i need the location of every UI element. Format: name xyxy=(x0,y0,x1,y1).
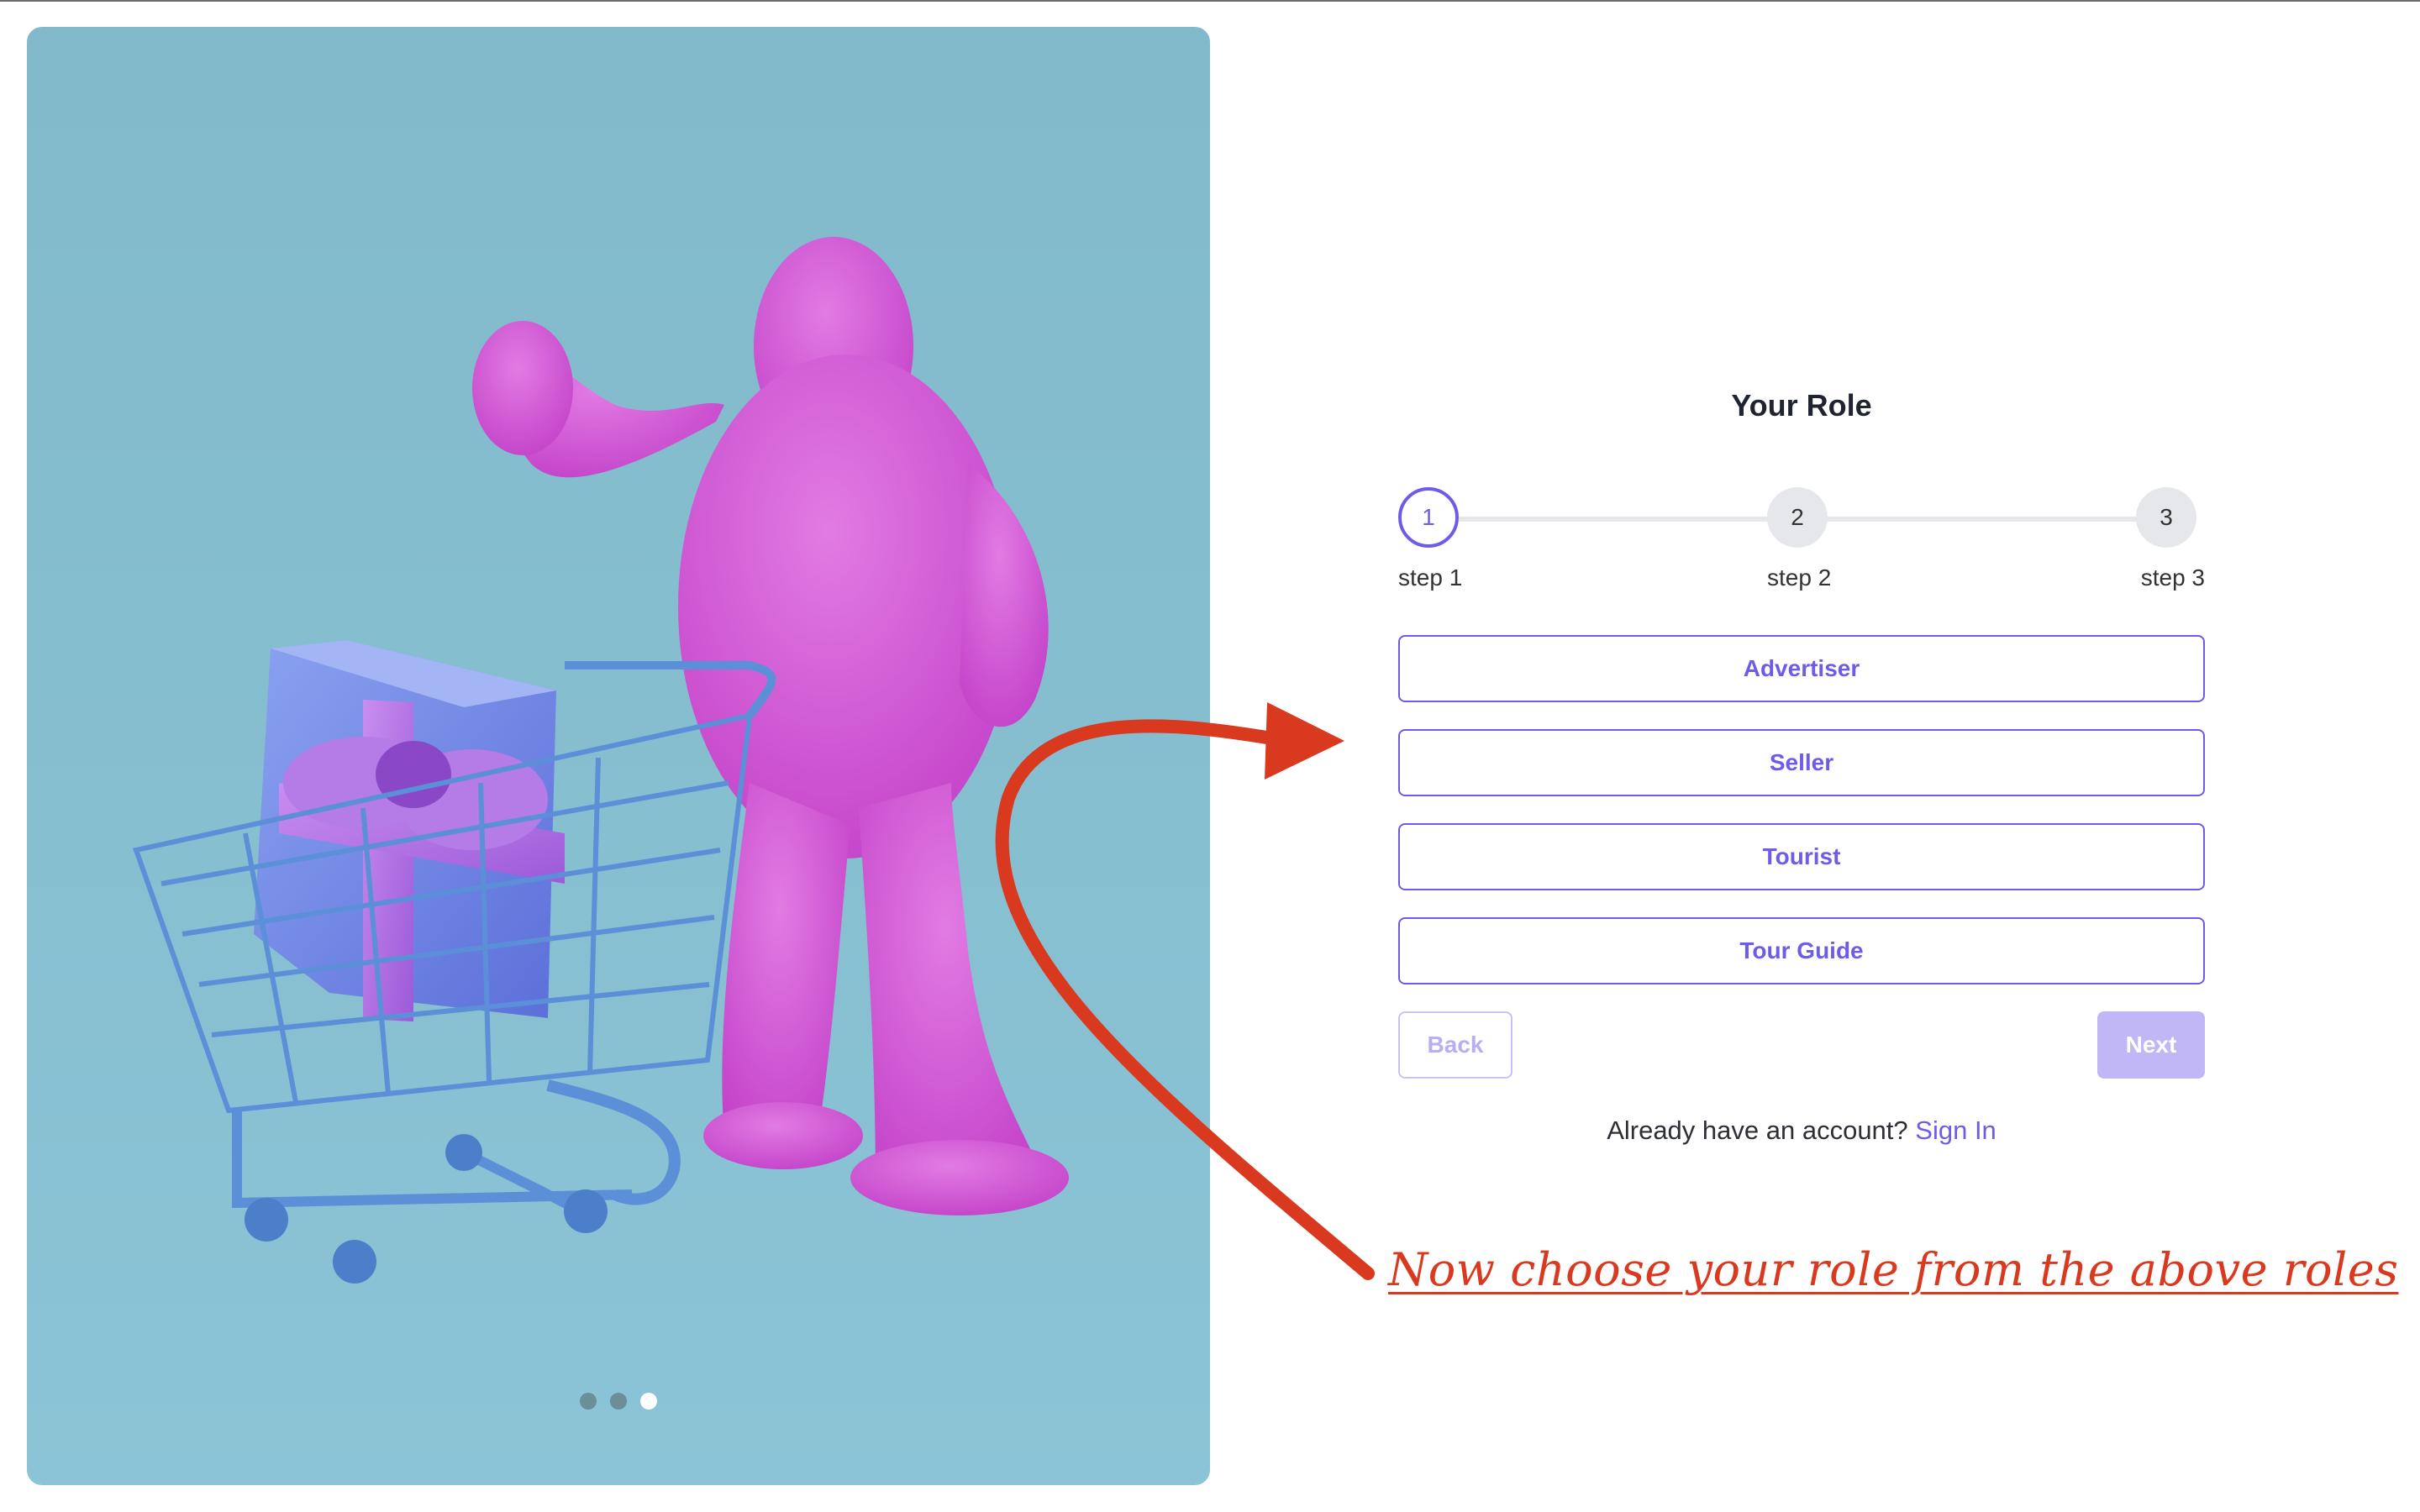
annotation-text: Now choose your role from the above role… xyxy=(1388,1243,2399,1296)
